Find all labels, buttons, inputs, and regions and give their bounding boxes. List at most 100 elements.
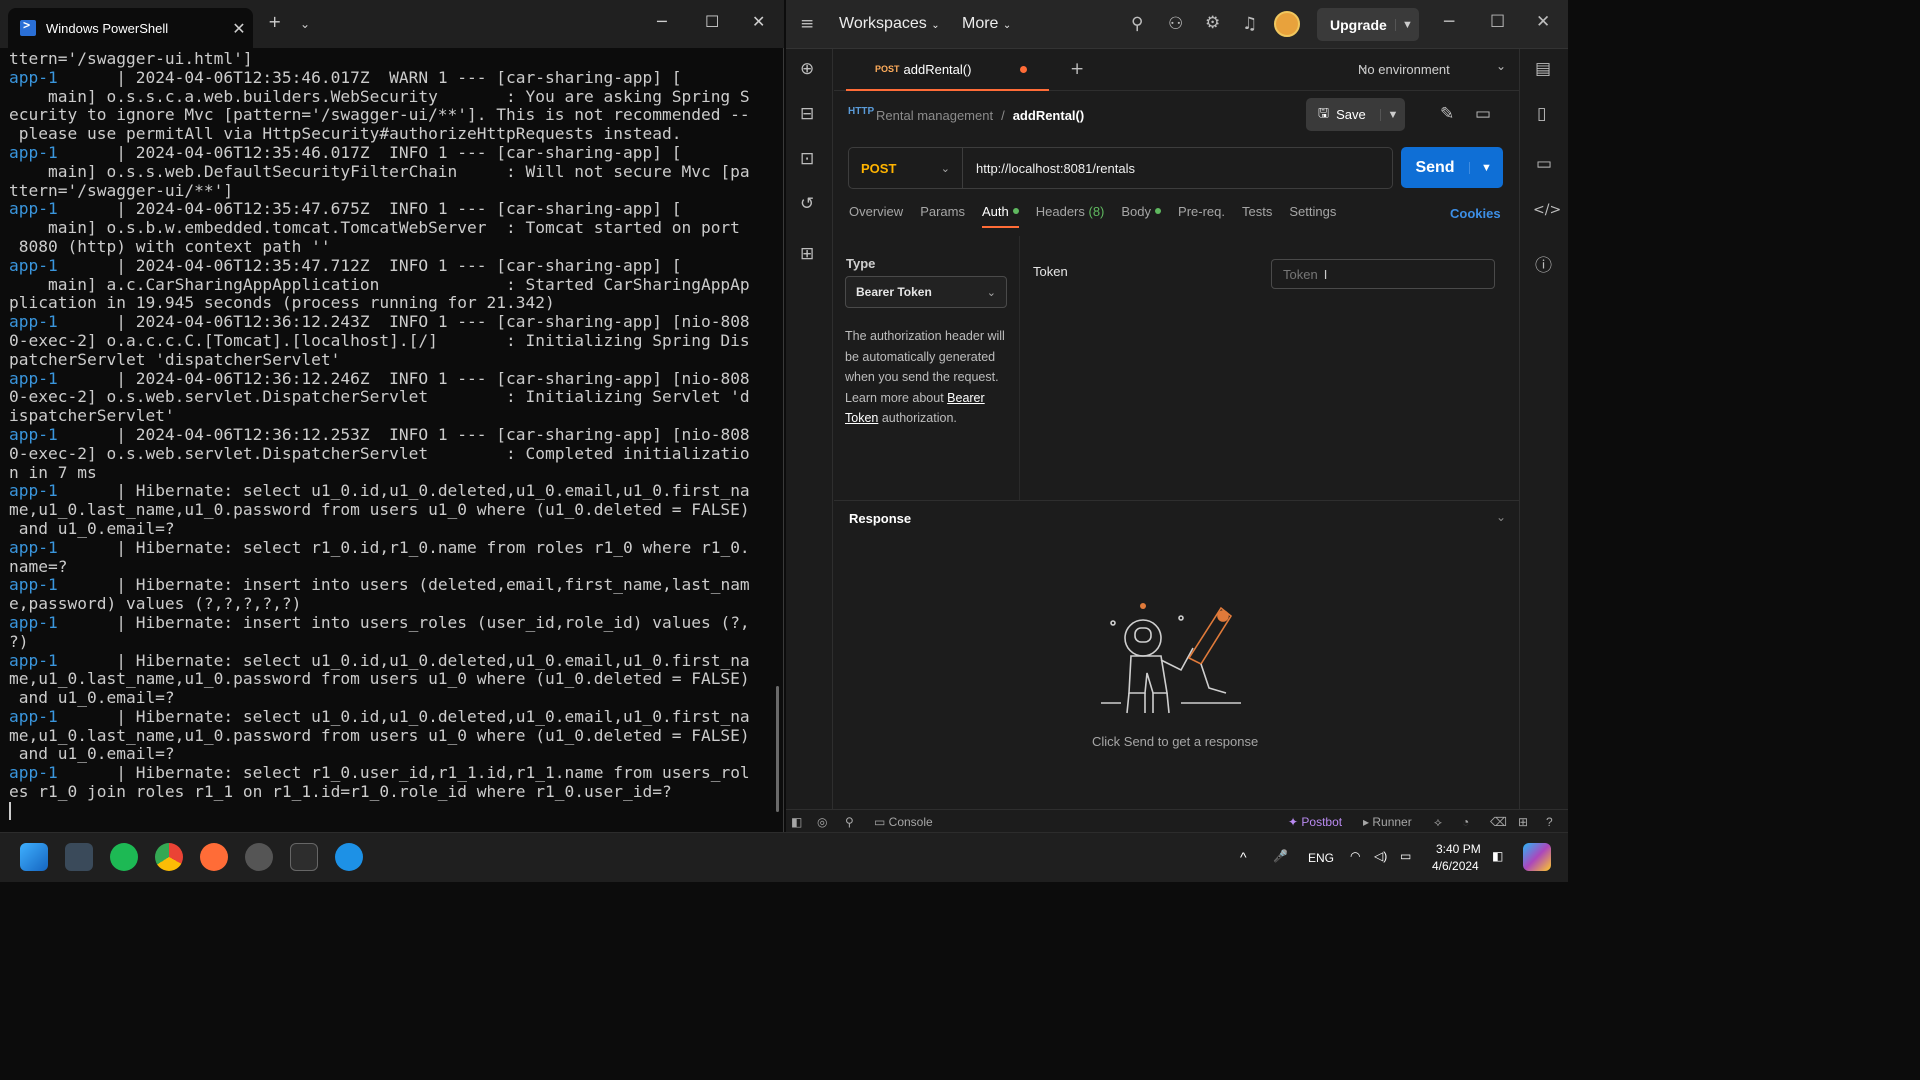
cookies-link[interactable]: Cookies [1450, 206, 1501, 221]
wifi-icon[interactable]: ◠ [1350, 849, 1360, 863]
layout-icon[interactable]: ⊞ [1518, 815, 1528, 829]
docker-icon[interactable] [335, 843, 363, 871]
console-button[interactable]: ▭ Console [874, 815, 933, 829]
workspace-app-icon[interactable] [65, 843, 93, 871]
more-menu[interactable]: More ⌄ [962, 15, 1011, 33]
chevron-down-icon[interactable]: ▼ [1469, 161, 1503, 174]
trash-icon[interactable]: ⌫ [1490, 815, 1507, 829]
history-icon[interactable]: ↺ [800, 194, 814, 214]
unsaved-dot-icon [1020, 65, 1028, 73]
terminal-line: app-1 | 2024-04-06T12:36:12.246Z INFO 1 … [9, 368, 750, 388]
chevron-down-icon[interactable]: ⌄ [1496, 510, 1506, 524]
chevron-down-icon[interactable]: ▼ [1395, 18, 1419, 31]
app-icon[interactable] [245, 843, 273, 871]
clock-time[interactable]: 3:40 PM [1436, 842, 1481, 856]
terminal-line: please use permitAll via HttpSecurity#au… [9, 124, 682, 144]
breadcrumb-request[interactable]: addRental() [1013, 108, 1085, 123]
request-subtabs: Overview Params Auth Headers (8) Body Pr… [849, 204, 1353, 228]
language-indicator[interactable]: ENG [1308, 851, 1334, 865]
response-divider [834, 500, 1519, 501]
hamburger-menu-icon[interactable]: ≡ [800, 14, 814, 34]
notification-bell-icon[interactable]: ♫ [1242, 14, 1257, 34]
maximize-icon[interactable]: ☐ [1490, 12, 1505, 32]
search-icon[interactable]: ⚲ [845, 815, 854, 829]
user-avatar[interactable] [1274, 11, 1300, 37]
terminal-output[interactable]: ttern='/swagger-ui.html'] app-1 | 2024-04… [0, 48, 784, 832]
url-input[interactable]: http://localhost:8081/rentals [963, 161, 1135, 176]
search-icon[interactable]: ⚲ [1131, 14, 1143, 34]
tab-overview[interactable]: Overview [849, 204, 903, 228]
battery-icon[interactable]: ▭ [1400, 849, 1411, 863]
spotify-icon[interactable] [110, 843, 138, 871]
new-tab-icon[interactable]: + [268, 12, 281, 31]
edit-pencil-icon[interactable]: ✎ [1440, 104, 1454, 124]
comment-icon[interactable]: ▭ [1475, 104, 1491, 124]
terminal-prompt-line[interactable] [9, 801, 784, 821]
tab-settings[interactable]: Settings [1289, 204, 1336, 228]
terminal-icon[interactable] [290, 843, 318, 871]
sidebar-toggle-icon[interactable]: ◧ [791, 815, 802, 829]
save-button[interactable]: 🖫 Save ▼ [1306, 98, 1405, 131]
terminal-line: app-1 | Hibernate: select u1_0.id,u1_0.d… [9, 706, 750, 726]
capture-icon[interactable]: ⟡ [1434, 815, 1442, 830]
send-button[interactable]: Send ▼ [1401, 147, 1503, 188]
environments-icon[interactable]: ⊡ [800, 149, 814, 169]
maximize-icon[interactable]: ☐ [705, 12, 719, 31]
apps-grid-icon[interactable]: ⊞ [800, 244, 814, 264]
minimize-icon[interactable]: ─ [657, 12, 667, 31]
runner-button[interactable]: ▸ Runner [1363, 815, 1412, 829]
request-tab-addrental[interactable]: POST addRental() [846, 49, 1049, 91]
tab-auth[interactable]: Auth [981, 204, 1019, 228]
cookies-icon[interactable]: ◔ [1462, 815, 1469, 829]
workspaces-menu[interactable]: Workspaces ⌄ [839, 15, 940, 33]
status-dot-icon [1012, 208, 1019, 214]
terminal-scrollbar[interactable] [776, 686, 779, 812]
powershell-icon [20, 18, 36, 36]
tray-chevron-icon[interactable]: ^ [1240, 849, 1247, 865]
new-tab-icon[interactable]: + [1070, 59, 1084, 79]
info-icon[interactable]: ⓘ [1535, 251, 1552, 276]
check-circle-icon[interactable]: ◎ [817, 815, 827, 829]
documentation-icon[interactable]: ▯ [1537, 104, 1546, 124]
clock-date[interactable]: 4/6/2024 [1432, 859, 1479, 873]
auth-type-select[interactable]: Bearer Token ⌄ [845, 276, 1007, 308]
settings-gear-icon[interactable]: ⚙ [1205, 13, 1220, 33]
postbot-button[interactable]: ✦ Postbot [1288, 815, 1342, 829]
close-tab-icon[interactable]: ✕ [225, 19, 253, 38]
microphone-icon[interactable]: 🎤 [1273, 849, 1288, 863]
minimize-icon[interactable]: ─ [1444, 12, 1454, 32]
tab-headers[interactable]: Headers (8) [1036, 204, 1105, 228]
breadcrumb-collection[interactable]: Rental management [876, 108, 993, 123]
tab-prereq[interactable]: Pre-req. [1178, 204, 1225, 228]
breadcrumb: HTTP Rental management / addRental() [848, 106, 1085, 123]
right-sidebar: ▤ ▯ ▭ </> ⓘ [1519, 49, 1568, 809]
request-tabs-bar: POST addRental() + ⌄ No environment ⌄ [834, 49, 1519, 91]
terminal-line: 0-exec-2] o.s.web.servlet.DispatcherServ… [9, 443, 750, 463]
volume-icon[interactable]: ◁) [1374, 849, 1387, 863]
token-input[interactable]: Token I [1271, 259, 1495, 289]
globe-icon[interactable]: ⊕ [800, 59, 814, 79]
chevron-down-icon[interactable]: ▼ [1380, 108, 1405, 121]
chrome-icon[interactable] [155, 843, 183, 871]
windows-start-icon[interactable] [20, 843, 48, 871]
tab-params[interactable]: Params [920, 204, 965, 228]
copilot-icon[interactable] [1523, 843, 1551, 871]
environment-chevron-icon[interactable]: ⌄ [1496, 59, 1506, 73]
tab-dropdown-icon[interactable]: ⌄ [300, 17, 310, 31]
method-select[interactable]: POST ⌄ [849, 148, 963, 188]
comments-icon[interactable]: ▭ [1536, 154, 1552, 174]
tab-body[interactable]: Body [1121, 204, 1162, 228]
collections-icon[interactable]: ⊟ [800, 104, 814, 124]
help-icon[interactable]: ? [1546, 815, 1553, 829]
invite-user-icon[interactable]: ⚇ [1168, 14, 1183, 34]
tab-tests[interactable]: Tests [1242, 204, 1272, 228]
powershell-tab[interactable]: Windows PowerShell ✕ [8, 8, 253, 48]
close-window-icon[interactable]: ✕ [752, 12, 765, 31]
code-icon[interactable]: </> [1533, 202, 1561, 218]
upgrade-button[interactable]: Upgrade ▼ [1317, 8, 1419, 41]
close-window-icon[interactable]: ✕ [1536, 12, 1550, 32]
environment-quicklook-icon[interactable]: ▤ [1535, 59, 1551, 79]
notification-icon[interactable]: ◧ [1492, 849, 1503, 863]
environment-selector[interactable]: No environment [1358, 62, 1450, 77]
postman-icon[interactable] [200, 843, 228, 871]
